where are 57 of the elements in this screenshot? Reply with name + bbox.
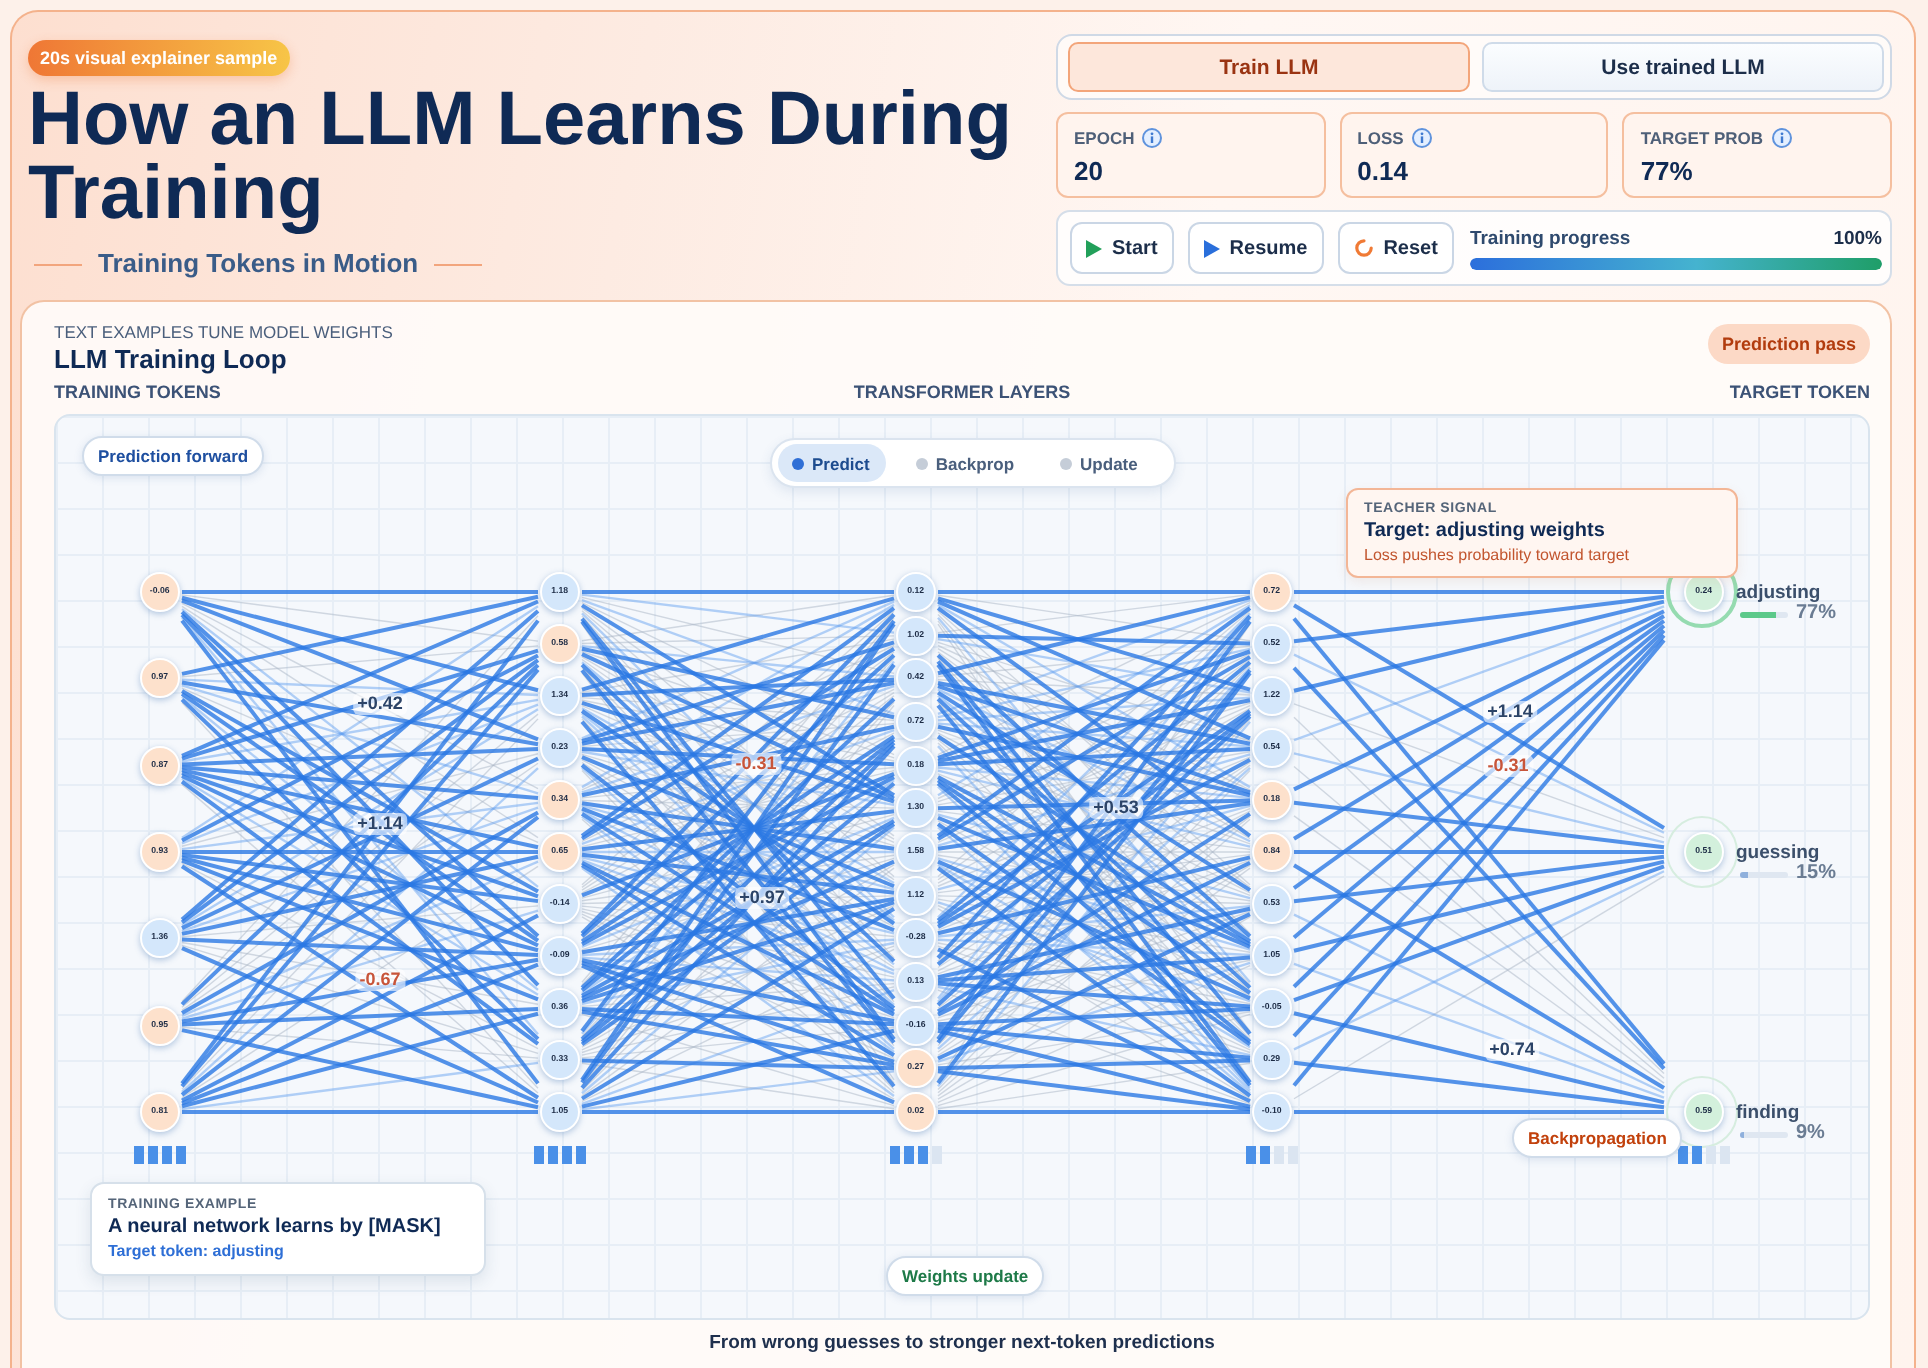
token-label: guessing: [1736, 844, 1820, 864]
page-subtitle: Training Tokens in Motion: [98, 248, 419, 280]
stage-label: Prediction forward: [82, 436, 265, 476]
weight-label: -0.31: [731, 753, 781, 775]
panel-title: LLM Training Loop: [54, 344, 287, 376]
column-heading: TRAINING TOKENS: [54, 382, 221, 404]
column-heading: TARGET TOKEN: [1729, 382, 1870, 404]
callout-title: Target: adjusting weights: [1364, 518, 1605, 544]
phase-tab[interactable]: Predict: [778, 444, 886, 482]
probability-value: 9%: [1796, 1124, 1825, 1144]
status-dot-icon: [792, 457, 804, 469]
footer-caption: From wrong guesses to stronger next-token predictions: [707, 1330, 1217, 1358]
weight-label: +0.74: [1485, 1039, 1539, 1061]
status-dot-icon: [915, 457, 928, 469]
refresh-icon: [1353, 238, 1374, 258]
weight-label: -0.67: [355, 969, 405, 991]
info-icon[interactable]: [1142, 128, 1163, 148]
mode-tab[interactable]: Train LLM: [1068, 42, 1470, 92]
stat-value: 77%: [1640, 156, 1693, 188]
backprop-label: Backpropagation: [1512, 1118, 1683, 1158]
play-icon: [1086, 239, 1102, 257]
resume-button[interactable]: Resume: [1187, 222, 1324, 274]
play-icon: [1203, 239, 1220, 257]
phase-tab[interactable]: Backprop: [901, 444, 1031, 482]
page-title: How an LLM Learns During Training: [28, 84, 1014, 232]
probability-value: 15%: [1796, 864, 1837, 884]
progress-label: Training progress: [1469, 227, 1631, 249]
start-button[interactable]: Start: [1070, 222, 1174, 274]
example-sentence: A neural network learns by [MASK]: [108, 1214, 441, 1240]
callout-note: Loss pushes probability toward target: [1364, 544, 1630, 566]
update-label: Weights update: [886, 1256, 1045, 1296]
phase-tab[interactable]: Update: [1046, 444, 1154, 482]
example-target: Target token: adjusting: [108, 1240, 284, 1262]
weight-label: +0.97: [735, 887, 789, 909]
stat-value: 20: [1074, 156, 1103, 188]
weight-label: +1.14: [353, 813, 407, 835]
column-heading: TRANSFORMER LAYERS: [853, 382, 1071, 404]
stat-label: TARGET PROB: [1640, 128, 1764, 148]
probability-value: 77%: [1796, 604, 1837, 624]
stat-value: 0.14: [1357, 156, 1408, 188]
panel-eyebrow: TEXT EXAMPLES TUNE MODEL WEIGHTS: [54, 320, 393, 344]
weight-label: -0.31: [1483, 755, 1533, 777]
pass-badge: Prediction pass: [1707, 324, 1870, 364]
token-label: adjusting: [1736, 584, 1821, 604]
sample-badge: 20s visual explainer sample: [28, 40, 290, 76]
weight-label: +1.14: [1483, 701, 1537, 723]
weight-label: +0.53: [1089, 797, 1143, 819]
status-dot-icon: [1060, 457, 1073, 469]
stat-label: EPOCH: [1074, 128, 1135, 148]
info-icon[interactable]: [1411, 128, 1432, 148]
progress-value: 100%: [1833, 227, 1882, 249]
stat-label: LOSS: [1357, 128, 1404, 148]
weight-label: +0.42: [353, 693, 407, 715]
token-label: finding: [1736, 1104, 1800, 1124]
mode-tab[interactable]: Use trained LLM: [1482, 42, 1884, 92]
reset-button[interactable]: Reset: [1337, 222, 1454, 274]
info-icon[interactable]: [1771, 128, 1792, 148]
